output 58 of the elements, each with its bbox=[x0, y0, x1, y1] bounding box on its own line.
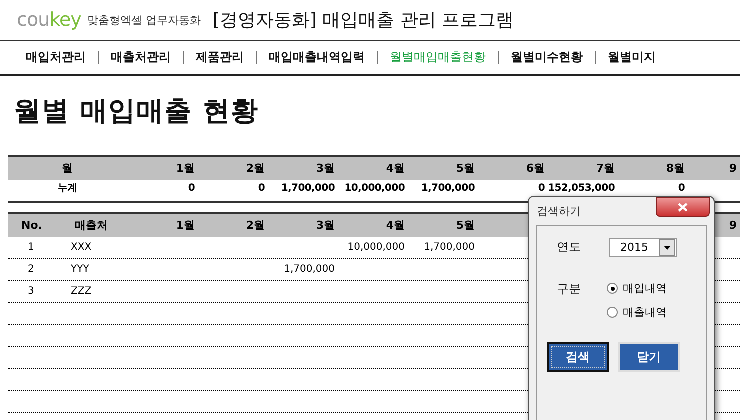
dropdown-icon bbox=[664, 246, 670, 250]
tagline: 맞춤형엑셀 업무자동화 bbox=[87, 12, 201, 28]
table-cell-text: 2 bbox=[27, 264, 36, 275]
logo-text: key bbox=[50, 9, 82, 31]
app-title: [경영자동화] 매입매출 관리 프로그램 bbox=[212, 9, 514, 32]
column-header: 9 bbox=[728, 219, 738, 232]
table-cell-text: 1 bbox=[27, 242, 36, 253]
column-header: 1월 bbox=[175, 161, 196, 176]
column-header: 5월 bbox=[455, 161, 476, 176]
dialog-title: 검색하기 bbox=[537, 204, 581, 218]
close-dialog-button[interactable]: 닫기 bbox=[618, 342, 680, 372]
column-header: 7월 bbox=[595, 161, 616, 176]
type-label: 구분 bbox=[557, 281, 581, 298]
nav-tab[interactable]: 매입처관리 bbox=[14, 51, 98, 64]
column-header: 9 bbox=[728, 162, 738, 175]
table-cell-text: 1,700,000 bbox=[280, 183, 336, 195]
logo-text: cou bbox=[17, 9, 50, 31]
column-header: 4월 bbox=[385, 161, 406, 176]
table-cell-text: 1,700,000 bbox=[283, 264, 336, 275]
nav-tab[interactable]: 월별미수현황 bbox=[498, 51, 595, 64]
column-header: 2월 bbox=[245, 218, 266, 233]
year-label: 연도 bbox=[557, 239, 581, 256]
column-header: 3월 bbox=[315, 161, 336, 176]
nav-tab[interactable]: 매출처관리 bbox=[98, 51, 183, 64]
close-icon bbox=[678, 202, 688, 212]
table-cell-text: 0 bbox=[187, 183, 196, 195]
column-header: 3월 bbox=[315, 218, 336, 233]
table-cell-text: ZZZ bbox=[70, 286, 93, 297]
nav-tab[interactable]: 제품관리 bbox=[183, 51, 256, 64]
table-cell-text: 10,000,000 bbox=[344, 183, 406, 195]
page-title: 월별 매입매출 현황 bbox=[14, 95, 260, 129]
column-header: 2월 bbox=[245, 161, 266, 176]
column-header: 월 bbox=[61, 161, 74, 176]
column-header: 5월 bbox=[455, 218, 476, 233]
year-dropdown[interactable]: 2015 bbox=[609, 238, 677, 257]
table-cell-text: 0 bbox=[677, 183, 686, 195]
table-cell-text: 10,000,000 bbox=[346, 242, 406, 253]
table-cell-text: 3 bbox=[27, 286, 36, 297]
radio-option[interactable]: 매출내역 bbox=[607, 305, 667, 320]
column-header: 매출처 bbox=[74, 218, 109, 233]
column-header: 8월 bbox=[665, 161, 686, 176]
nav-tab[interactable]: 월별미지 bbox=[595, 51, 668, 64]
column-header: 4월 bbox=[385, 218, 406, 233]
table-cell-text: 152,053,000 bbox=[547, 183, 616, 195]
table-cell-text: 0 bbox=[537, 183, 546, 195]
column-header: No. bbox=[20, 219, 44, 232]
radio-option[interactable]: 매입내역 bbox=[607, 281, 667, 296]
table-cell-text: 1,700,000 bbox=[420, 183, 476, 195]
row-label: 누계 bbox=[56, 183, 78, 195]
table-cell-text: 0 bbox=[257, 183, 266, 195]
table-cell-text: YYY bbox=[70, 264, 90, 275]
nav-tab[interactable]: 매입매출내역입력 bbox=[256, 51, 377, 64]
search-button[interactable]: 검색 bbox=[547, 342, 609, 372]
column-header: 1월 bbox=[175, 218, 196, 233]
table-cell-text: XXX bbox=[70, 242, 93, 253]
table-cell-text: 1,700,000 bbox=[423, 242, 476, 253]
column-header: 6월 bbox=[525, 161, 546, 176]
close-button[interactable] bbox=[656, 197, 710, 217]
